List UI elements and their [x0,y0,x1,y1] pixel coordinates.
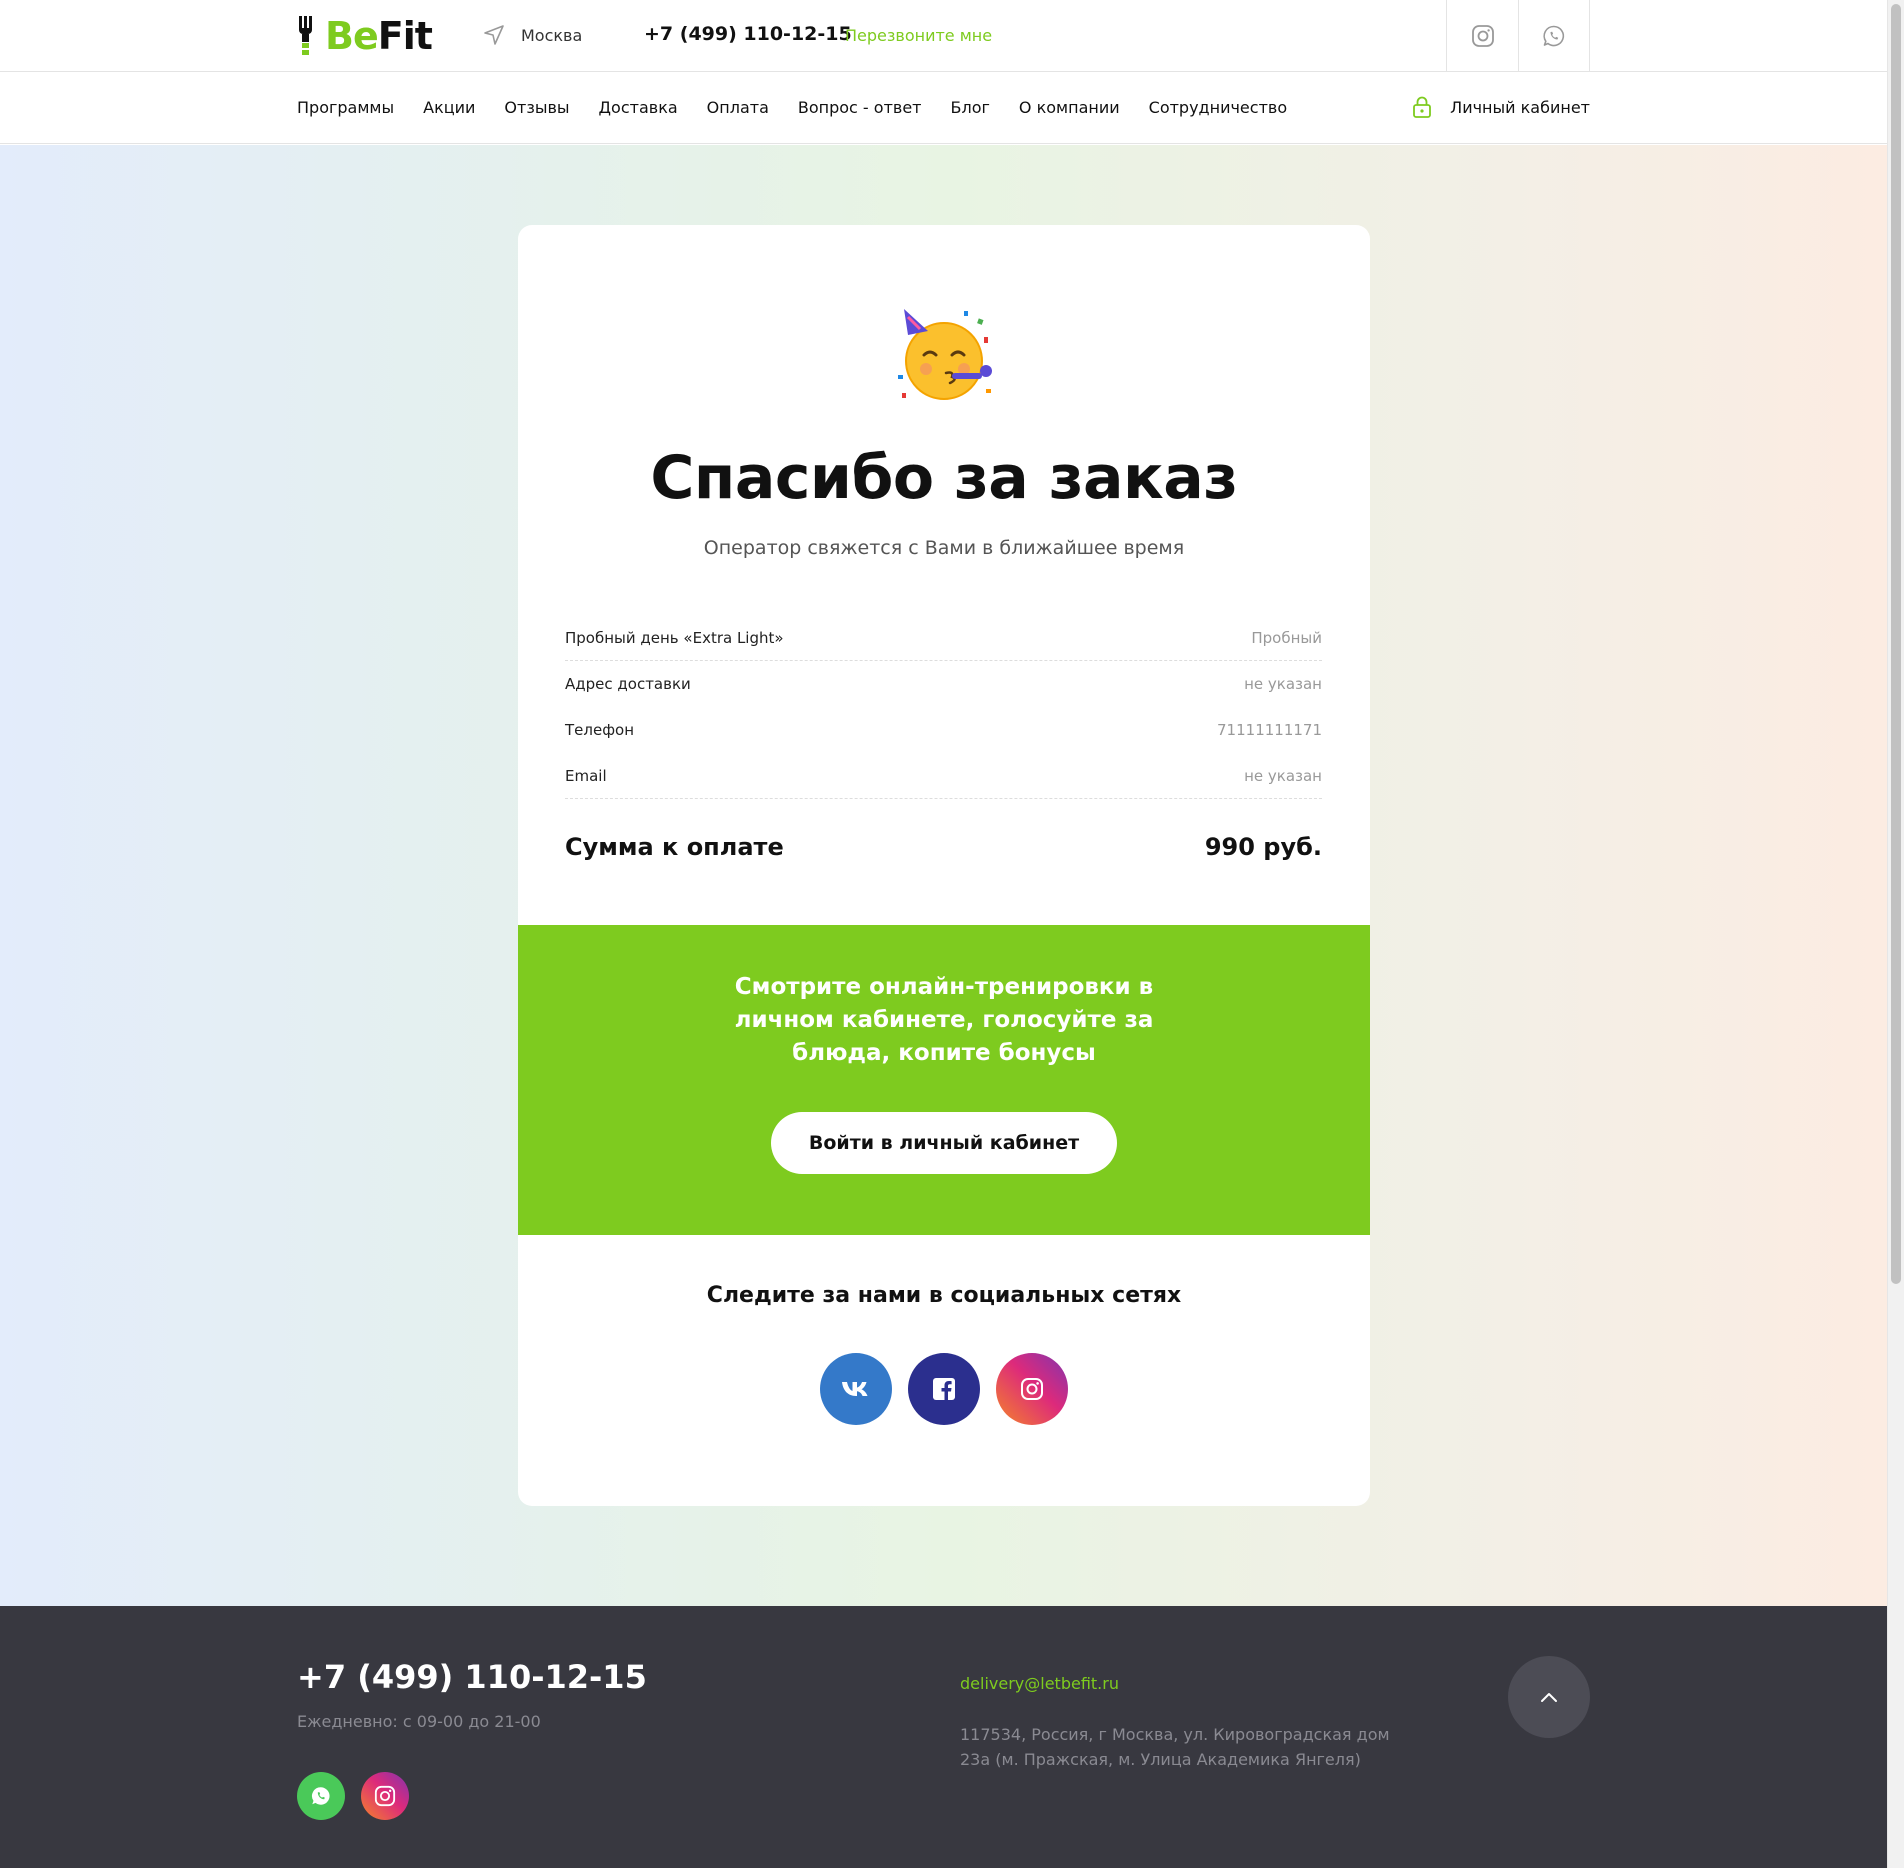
social-links [820,1353,1084,1425]
order-row-phone: Телефон 71111111171 [565,707,1322,753]
city-label: Москва [521,25,583,45]
order-row-address: Адрес доставки не указан [565,661,1322,707]
order-row-value: Пробный [1251,628,1322,647]
order-row-value: не указан [1244,675,1322,693]
instagram-icon [374,1785,396,1807]
order-details: Пробный день «Extra Light» Пробный Адрес… [565,615,1322,799]
promo-text: Смотрите онлайн-тренировки в личном каби… [734,974,1154,1066]
page: BeFit Москва +7 (499) 110-12-15 Перезвон… [0,0,1887,1868]
callback-link[interactable]: Перезвоните мне [845,26,992,45]
account-link[interactable]: Личный кабинет [1412,96,1590,118]
footer-hours: Ежедневно: с 09-00 до 21-00 [297,1712,541,1731]
instagram-button[interactable] [996,1353,1068,1425]
nav-item-partnership[interactable]: Сотрудничество [1149,98,1287,117]
order-row-product: Пробный день «Extra Light» Пробный [565,615,1322,661]
whatsapp-icon [1543,25,1565,47]
page-subtitle: Оператор свяжется с Вами в ближайшее вре… [703,537,1185,559]
footer-address: 117534, Россия, г Москва, ул. Кировоград… [960,1725,1390,1769]
lock-icon [1413,96,1432,118]
header-phone[interactable]: +7 (499) 110-12-15 [644,23,852,45]
order-total: Сумма к оплате 990 руб. [565,833,1322,861]
scroll-to-top-button[interactable] [1508,1656,1590,1738]
login-account-button[interactable]: Войти в личный кабинет [771,1112,1117,1174]
total-value: 990 руб. [1204,833,1322,861]
nav-item-blog[interactable]: Блог [951,98,990,117]
header-instagram-button[interactable] [1446,0,1518,72]
order-row-label: Пробный день «Extra Light» [565,628,784,647]
footer: +7 (499) 110-12-15 Ежедневно: с 09-00 до… [0,1606,1887,1868]
account-label: Личный кабинет [1450,97,1590,117]
scrollbar-thumb[interactable] [1891,4,1901,1284]
footer-phone[interactable]: +7 (499) 110-12-15 [297,1658,647,1696]
order-row-value: 71111111171 [1217,721,1322,739]
facebook-button[interactable] [908,1353,980,1425]
fork-logo-icon [297,16,319,56]
nav-item-promotions[interactable]: Акции [423,98,475,117]
nav-item-faq[interactable]: Вопрос - ответ [798,98,922,117]
order-row-value: не указан [1244,766,1322,785]
footer-social [297,1772,425,1820]
footer-email[interactable]: delivery@letbefit.ru [960,1674,1119,1693]
follow-us-title: Следите за нами в социальных сетях [706,1283,1182,1308]
nav-item-delivery[interactable]: Доставка [599,98,678,117]
order-row-label: Email [565,766,607,785]
main-nav-bar: Программы Акции Отзывы Доставка Оплата В… [0,72,1887,144]
account-promo-banner: Смотрите онлайн-тренировки в личном каби… [518,925,1370,1235]
nav-item-payment[interactable]: Оплата [707,98,769,117]
main-content: Спасибо за заказ Оператор свяжется с Вам… [0,145,1887,1606]
page-scrollbar[interactable] [1887,0,1904,1868]
nav-item-reviews[interactable]: Отзывы [504,98,569,117]
page-title: Спасибо за заказ [650,443,1238,513]
instagram-icon [1021,1378,1043,1400]
partying-face-icon [898,309,992,400]
top-header: BeFit Москва +7 (499) 110-12-15 Перезвон… [0,0,1887,72]
order-row-email: Email не указан [565,753,1322,799]
order-confirmation-card: Спасибо за заказ Оператор свяжется с Вам… [518,225,1370,1506]
nav-item-about[interactable]: О компании [1019,98,1120,117]
instagram-icon [1471,25,1494,47]
vk-button[interactable] [820,1353,892,1425]
nav-item-programs[interactable]: Программы [297,98,394,117]
footer-instagram-button[interactable] [361,1772,409,1820]
befit-logo[interactable]: BeFit [297,14,433,58]
logo-be: Be [325,14,379,58]
header-social [1446,0,1590,72]
vk-icon [842,1382,868,1396]
main-nav: Программы Акции Отзывы Доставка Оплата В… [297,98,1316,117]
order-row-label: Телефон [565,721,635,739]
location-arrow-icon [484,25,504,45]
city-selector[interactable]: Москва [483,24,582,46]
logo-fit: Fit [377,14,433,58]
header-whatsapp-button[interactable] [1518,0,1590,72]
order-row-label: Адрес доставки [565,675,691,693]
chevron-up-icon [1541,1693,1557,1702]
facebook-icon [933,1378,955,1400]
footer-whatsapp-button[interactable] [297,1772,345,1820]
whatsapp-icon [311,1787,330,1805]
total-label: Сумма к оплате [565,833,784,861]
